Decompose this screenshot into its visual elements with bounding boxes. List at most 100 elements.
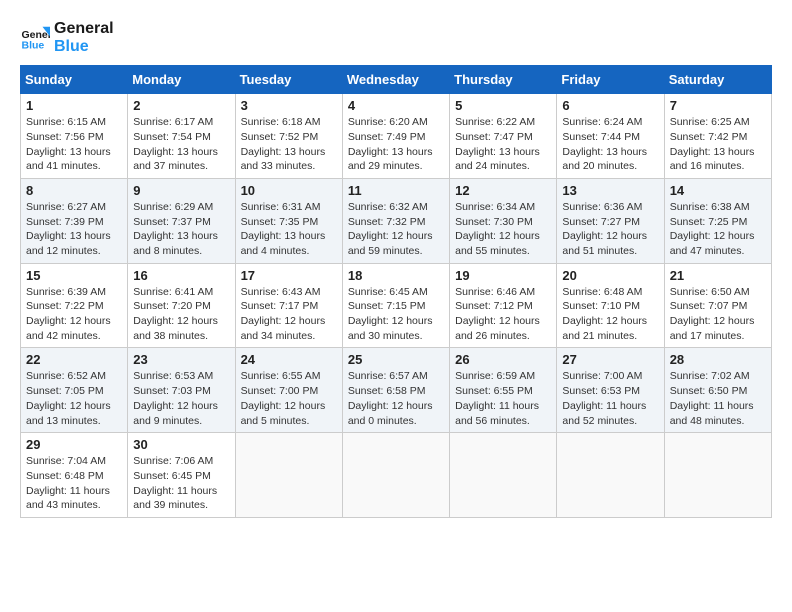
calendar-cell: 18 Sunrise: 6:45 AMSunset: 7:15 PMDaylig… [342, 263, 449, 348]
logo-general: General [54, 20, 114, 38]
day-info: Sunrise: 6:48 AMSunset: 7:10 PMDaylight:… [562, 285, 658, 344]
day-number: 28 [670, 352, 766, 367]
calendar-cell: 24 Sunrise: 6:55 AMSunset: 7:00 PMDaylig… [235, 348, 342, 433]
calendar-cell [342, 433, 449, 518]
day-number: 14 [670, 183, 766, 198]
calendar-cell: 20 Sunrise: 6:48 AMSunset: 7:10 PMDaylig… [557, 263, 664, 348]
header: General Blue General Blue [20, 20, 772, 55]
day-info: Sunrise: 7:00 AMSunset: 6:53 PMDaylight:… [562, 369, 658, 428]
calendar-cell: 15 Sunrise: 6:39 AMSunset: 7:22 PMDaylig… [21, 263, 128, 348]
calendar-cell [235, 433, 342, 518]
day-number: 12 [455, 183, 551, 198]
calendar-cell: 28 Sunrise: 7:02 AMSunset: 6:50 PMDaylig… [664, 348, 771, 433]
day-number: 20 [562, 268, 658, 283]
logo-icon: General Blue [20, 23, 50, 53]
day-info: Sunrise: 7:06 AMSunset: 6:45 PMDaylight:… [133, 454, 229, 513]
calendar-cell: 6 Sunrise: 6:24 AMSunset: 7:44 PMDayligh… [557, 94, 664, 179]
day-info: Sunrise: 6:55 AMSunset: 7:00 PMDaylight:… [241, 369, 337, 428]
calendar-cell [557, 433, 664, 518]
day-info: Sunrise: 6:57 AMSunset: 6:58 PMDaylight:… [348, 369, 444, 428]
day-number: 15 [26, 268, 122, 283]
day-number: 1 [26, 98, 122, 113]
day-info: Sunrise: 6:18 AMSunset: 7:52 PMDaylight:… [241, 115, 337, 174]
calendar-cell: 22 Sunrise: 6:52 AMSunset: 7:05 PMDaylig… [21, 348, 128, 433]
day-number: 13 [562, 183, 658, 198]
header-thursday: Thursday [450, 66, 557, 94]
day-number: 29 [26, 437, 122, 452]
calendar-week-row: 22 Sunrise: 6:52 AMSunset: 7:05 PMDaylig… [21, 348, 772, 433]
day-info: Sunrise: 6:50 AMSunset: 7:07 PMDaylight:… [670, 285, 766, 344]
calendar-week-row: 15 Sunrise: 6:39 AMSunset: 7:22 PMDaylig… [21, 263, 772, 348]
calendar-cell: 26 Sunrise: 6:59 AMSunset: 6:55 PMDaylig… [450, 348, 557, 433]
calendar-cell: 10 Sunrise: 6:31 AMSunset: 7:35 PMDaylig… [235, 178, 342, 263]
day-number: 5 [455, 98, 551, 113]
calendar-week-row: 29 Sunrise: 7:04 AMSunset: 6:48 PMDaylig… [21, 433, 772, 518]
day-info: Sunrise: 6:39 AMSunset: 7:22 PMDaylight:… [26, 285, 122, 344]
day-number: 10 [241, 183, 337, 198]
day-info: Sunrise: 6:34 AMSunset: 7:30 PMDaylight:… [455, 200, 551, 259]
calendar-cell [450, 433, 557, 518]
header-monday: Monday [128, 66, 235, 94]
day-info: Sunrise: 6:43 AMSunset: 7:17 PMDaylight:… [241, 285, 337, 344]
day-info: Sunrise: 6:25 AMSunset: 7:42 PMDaylight:… [670, 115, 766, 174]
calendar-cell: 13 Sunrise: 6:36 AMSunset: 7:27 PMDaylig… [557, 178, 664, 263]
day-number: 25 [348, 352, 444, 367]
calendar-cell: 25 Sunrise: 6:57 AMSunset: 6:58 PMDaylig… [342, 348, 449, 433]
calendar-header-row: SundayMondayTuesdayWednesdayThursdayFrid… [21, 66, 772, 94]
day-number: 3 [241, 98, 337, 113]
day-info: Sunrise: 6:17 AMSunset: 7:54 PMDaylight:… [133, 115, 229, 174]
day-number: 27 [562, 352, 658, 367]
day-number: 8 [26, 183, 122, 198]
day-info: Sunrise: 6:24 AMSunset: 7:44 PMDaylight:… [562, 115, 658, 174]
calendar-cell: 21 Sunrise: 6:50 AMSunset: 7:07 PMDaylig… [664, 263, 771, 348]
header-friday: Friday [557, 66, 664, 94]
day-info: Sunrise: 6:27 AMSunset: 7:39 PMDaylight:… [26, 200, 122, 259]
day-number: 23 [133, 352, 229, 367]
day-number: 7 [670, 98, 766, 113]
calendar-cell: 9 Sunrise: 6:29 AMSunset: 7:37 PMDayligh… [128, 178, 235, 263]
day-number: 18 [348, 268, 444, 283]
day-info: Sunrise: 6:52 AMSunset: 7:05 PMDaylight:… [26, 369, 122, 428]
day-number: 24 [241, 352, 337, 367]
calendar-cell: 14 Sunrise: 6:38 AMSunset: 7:25 PMDaylig… [664, 178, 771, 263]
day-number: 6 [562, 98, 658, 113]
day-info: Sunrise: 6:36 AMSunset: 7:27 PMDaylight:… [562, 200, 658, 259]
day-info: Sunrise: 6:20 AMSunset: 7:49 PMDaylight:… [348, 115, 444, 174]
day-info: Sunrise: 6:29 AMSunset: 7:37 PMDaylight:… [133, 200, 229, 259]
day-number: 2 [133, 98, 229, 113]
day-number: 21 [670, 268, 766, 283]
day-number: 26 [455, 352, 551, 367]
calendar-cell: 30 Sunrise: 7:06 AMSunset: 6:45 PMDaylig… [128, 433, 235, 518]
header-wednesday: Wednesday [342, 66, 449, 94]
day-number: 4 [348, 98, 444, 113]
header-saturday: Saturday [664, 66, 771, 94]
calendar-table: SundayMondayTuesdayWednesdayThursdayFrid… [20, 65, 772, 518]
day-number: 30 [133, 437, 229, 452]
calendar-cell: 4 Sunrise: 6:20 AMSunset: 7:49 PMDayligh… [342, 94, 449, 179]
calendar-cell: 8 Sunrise: 6:27 AMSunset: 7:39 PMDayligh… [21, 178, 128, 263]
day-info: Sunrise: 6:45 AMSunset: 7:15 PMDaylight:… [348, 285, 444, 344]
day-number: 22 [26, 352, 122, 367]
day-info: Sunrise: 6:15 AMSunset: 7:56 PMDaylight:… [26, 115, 122, 174]
calendar-cell: 12 Sunrise: 6:34 AMSunset: 7:30 PMDaylig… [450, 178, 557, 263]
day-info: Sunrise: 7:02 AMSunset: 6:50 PMDaylight:… [670, 369, 766, 428]
day-number: 17 [241, 268, 337, 283]
calendar-cell: 16 Sunrise: 6:41 AMSunset: 7:20 PMDaylig… [128, 263, 235, 348]
calendar-cell: 5 Sunrise: 6:22 AMSunset: 7:47 PMDayligh… [450, 94, 557, 179]
calendar-cell: 7 Sunrise: 6:25 AMSunset: 7:42 PMDayligh… [664, 94, 771, 179]
day-info: Sunrise: 6:22 AMSunset: 7:47 PMDaylight:… [455, 115, 551, 174]
day-number: 19 [455, 268, 551, 283]
day-number: 11 [348, 183, 444, 198]
calendar-cell: 19 Sunrise: 6:46 AMSunset: 7:12 PMDaylig… [450, 263, 557, 348]
day-info: Sunrise: 6:59 AMSunset: 6:55 PMDaylight:… [455, 369, 551, 428]
calendar-week-row: 1 Sunrise: 6:15 AMSunset: 7:56 PMDayligh… [21, 94, 772, 179]
header-tuesday: Tuesday [235, 66, 342, 94]
calendar-week-row: 8 Sunrise: 6:27 AMSunset: 7:39 PMDayligh… [21, 178, 772, 263]
calendar-cell: 1 Sunrise: 6:15 AMSunset: 7:56 PMDayligh… [21, 94, 128, 179]
day-info: Sunrise: 6:53 AMSunset: 7:03 PMDaylight:… [133, 369, 229, 428]
calendar-cell: 27 Sunrise: 7:00 AMSunset: 6:53 PMDaylig… [557, 348, 664, 433]
day-info: Sunrise: 6:38 AMSunset: 7:25 PMDaylight:… [670, 200, 766, 259]
day-info: Sunrise: 6:32 AMSunset: 7:32 PMDaylight:… [348, 200, 444, 259]
header-sunday: Sunday [21, 66, 128, 94]
calendar-cell: 23 Sunrise: 6:53 AMSunset: 7:03 PMDaylig… [128, 348, 235, 433]
